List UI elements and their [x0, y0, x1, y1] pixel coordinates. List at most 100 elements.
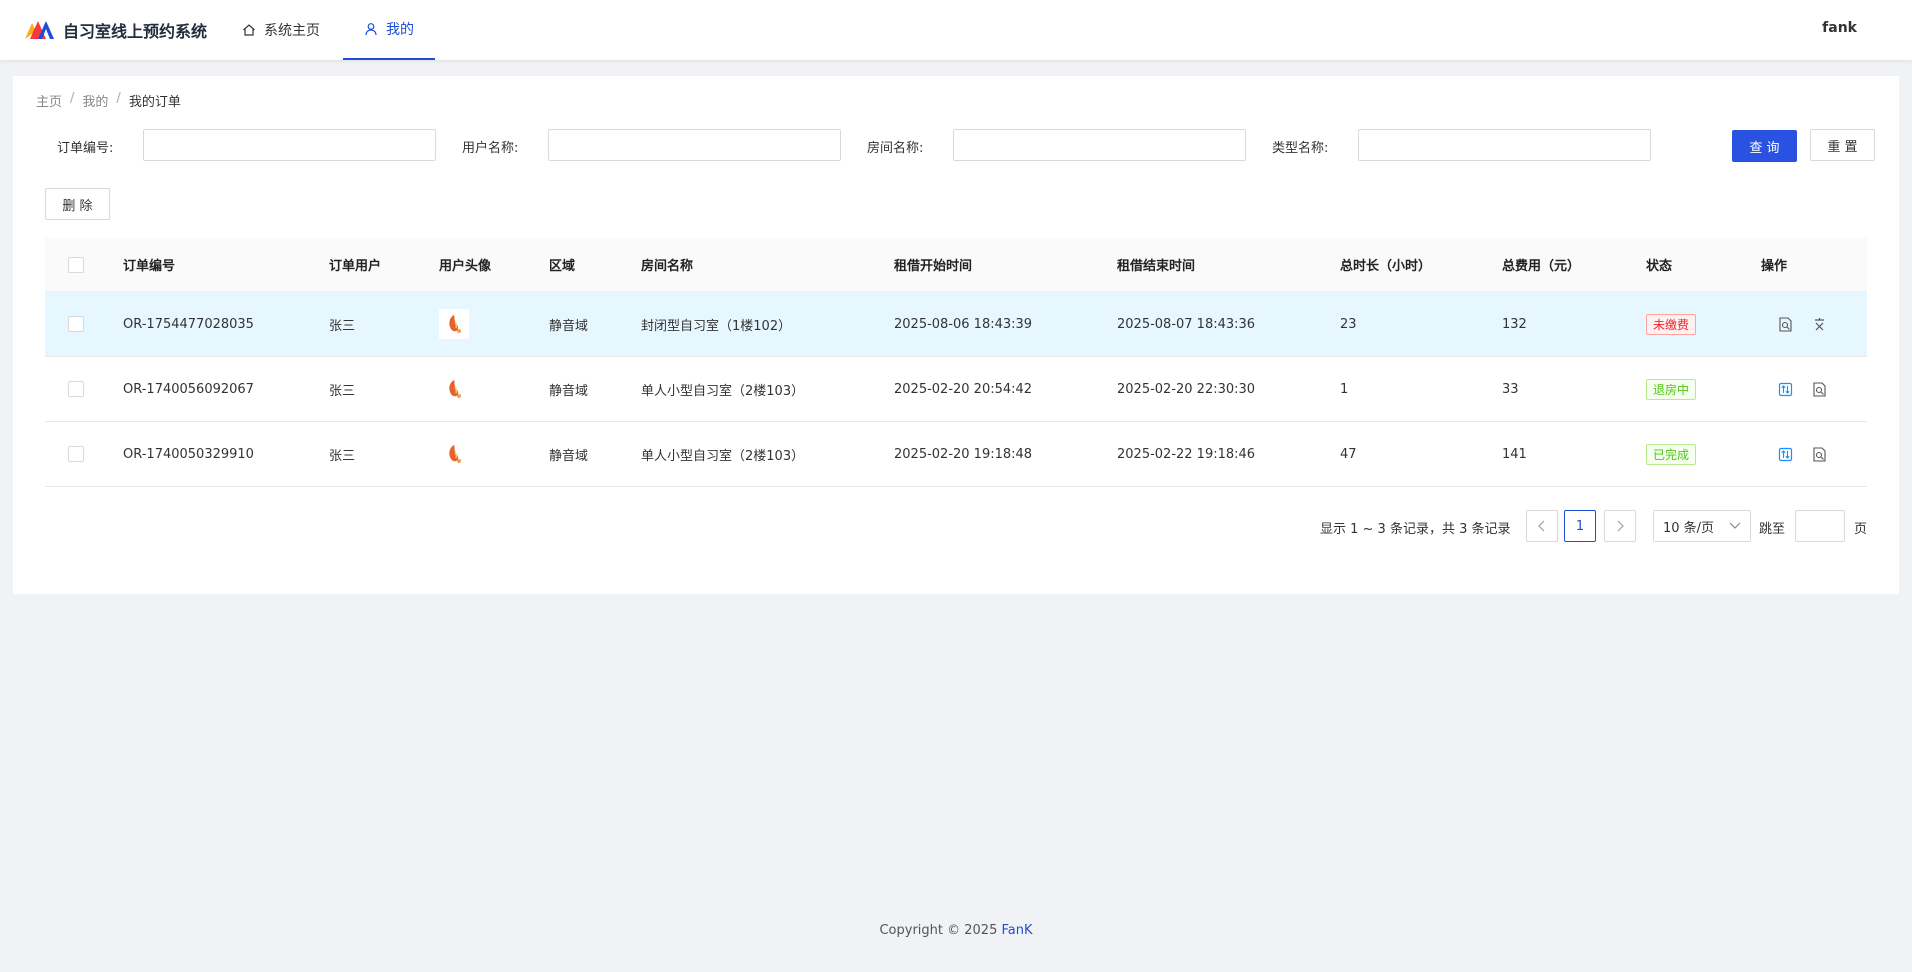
breadcrumb-home[interactable]: 主页 [36, 91, 62, 110]
start-time-cell: 2025-02-20 20:54:42 [894, 381, 1033, 397]
header-area: 区域 [549, 259, 576, 274]
cost-cell: 132 [1502, 316, 1527, 332]
end-time-cell: 2025-02-22 19:18:46 [1117, 446, 1256, 462]
order-no-cell: OR-1740056092067 [123, 381, 254, 397]
end-time-cell: 2025-08-07 18:43:36 [1117, 316, 1256, 332]
home-icon [243, 24, 255, 36]
app-logo-icon [25, 21, 54, 39]
detail-icon[interactable] [1811, 446, 1827, 462]
table-row[interactable]: OR-1754477028035 张三 静音域 封闭型自习室（1楼102） 20… [45, 292, 1867, 357]
nav-mine-label: 我的 [386, 22, 414, 38]
order-no-cell: OR-1740050329910 [123, 446, 254, 462]
row-checkbox[interactable] [68, 446, 84, 462]
breadcrumb-current: 我的订单 [128, 95, 181, 110]
page-suffix-label: 页 [1854, 522, 1868, 537]
nav-home-label: 系统主页 [264, 23, 320, 39]
checkout-icon[interactable] [1777, 381, 1793, 397]
cost-cell: 33 [1502, 381, 1519, 397]
type-name-input[interactable] [1358, 129, 1651, 161]
breadcrumb-separator: / [116, 91, 121, 106]
duration-cell: 23 [1340, 316, 1357, 332]
breadcrumb-mine[interactable]: 我的 [82, 91, 108, 110]
nav-home[interactable]: 系统主页 [242, 0, 320, 60]
user-name-label: 用户名称: [462, 141, 519, 156]
page-number-button[interactable]: 1 [1564, 510, 1596, 542]
avatar-image-icon [449, 380, 461, 398]
avatar-image-icon [449, 315, 461, 333]
chevron-left-icon [1538, 520, 1545, 532]
room-name-input[interactable] [953, 129, 1246, 161]
start-time-cell: 2025-08-06 18:43:39 [894, 316, 1033, 332]
header-avatar: 用户头像 [439, 259, 492, 274]
table-header: 订单编号 订单用户 用户头像 区域 房间名称 租借开始时间 租借结束时间 总时长… [45, 238, 1867, 292]
pagination-summary: 显示 1 ~ 3 条记录，共 3 条记录 [1320, 522, 1511, 537]
status-badge: 未缴费 [1646, 313, 1697, 335]
duration-cell: 1 [1340, 381, 1349, 397]
room-name-label: 房间名称: [867, 141, 924, 156]
avatar-image-icon [449, 445, 461, 463]
type-name-label: 类型名称: [1272, 141, 1329, 156]
user-cell: 张三 [329, 318, 356, 334]
avatar[interactable] [439, 309, 469, 339]
top-navbar: 自习室线上预约系统 系统主页 我的 fank [0, 0, 1912, 60]
select-all-checkbox[interactable] [68, 256, 84, 273]
order-no-label: 订单编号: [57, 141, 114, 156]
cost-cell: 141 [1502, 446, 1527, 462]
chevron-down-icon [1729, 522, 1741, 529]
copyright-text: Copyright © 2025 [879, 923, 1002, 938]
order-no-cell: OR-1754477028035 [123, 316, 254, 332]
jump-page-input[interactable] [1795, 510, 1845, 542]
status-badge: 退房中 [1646, 378, 1697, 400]
chevron-right-icon [1617, 520, 1624, 532]
status-badge: 已完成 [1646, 443, 1697, 465]
delete-button[interactable]: 删 除 [45, 188, 110, 220]
page-size-value: 10 条/页 [1663, 520, 1715, 536]
pay-icon[interactable] [1811, 316, 1827, 332]
area-cell: 静音域 [549, 383, 589, 399]
row-checkbox[interactable] [68, 316, 84, 332]
room-cell: 封闭型自习室（1楼102） [641, 318, 792, 334]
user-name-input[interactable] [548, 129, 841, 161]
breadcrumb: 主页 / 我的 / 我的订单 [36, 91, 181, 110]
row-checkbox[interactable] [68, 381, 84, 397]
table-row[interactable]: OR-1740050329910 张三 静音域 单人小型自习室（2楼103） 2… [45, 422, 1867, 487]
user-cell: 张三 [329, 448, 356, 464]
header-end-time: 租借结束时间 [1117, 259, 1196, 274]
detail-icon[interactable] [1777, 316, 1793, 332]
order-no-input[interactable] [143, 129, 436, 161]
end-time-cell: 2025-02-20 22:30:30 [1117, 381, 1256, 397]
orders-panel: 主页 / 我的 / 我的订单 订单编号: 用户名称: 房间名称: 类型名称: 查… [13, 76, 1899, 594]
avatar[interactable] [439, 374, 469, 404]
header-cost: 总费用（元） [1502, 259, 1581, 274]
reset-button[interactable]: 重 置 [1810, 129, 1875, 161]
header-duration: 总时长（小时） [1340, 259, 1432, 274]
footer: Copyright © 2025 FanK [0, 923, 1912, 938]
start-time-cell: 2025-02-20 19:18:48 [894, 446, 1033, 462]
avatar[interactable] [439, 439, 469, 469]
next-page-button[interactable] [1604, 510, 1636, 542]
footer-brand-link[interactable]: FanK [1002, 923, 1033, 938]
query-button[interactable]: 查 询 [1732, 130, 1797, 162]
duration-cell: 47 [1340, 446, 1357, 462]
room-cell: 单人小型自习室（2楼103） [641, 448, 805, 464]
table-row[interactable]: OR-1740056092067 张三 静音域 单人小型自习室（2楼103） 2… [45, 357, 1867, 422]
detail-icon[interactable] [1811, 381, 1827, 397]
current-user[interactable]: fank [1822, 20, 1857, 36]
header-order-no: 订单编号 [123, 259, 176, 274]
header-room: 房间名称 [641, 259, 694, 274]
area-cell: 静音域 [549, 318, 589, 334]
header-user: 订单用户 [329, 259, 382, 274]
checkout-icon[interactable] [1777, 446, 1793, 462]
header-start-time: 租借开始时间 [894, 259, 973, 274]
user-icon [365, 23, 377, 36]
user-cell: 张三 [329, 383, 356, 399]
nav-mine[interactable]: 我的 [343, 0, 435, 60]
prev-page-button[interactable] [1526, 510, 1558, 542]
jump-label: 跳至 [1759, 522, 1786, 537]
app-title: 自习室线上预约系统 [63, 22, 208, 41]
area-cell: 静音域 [549, 448, 589, 464]
page-size-select[interactable]: 10 条/页 [1653, 510, 1751, 542]
orders-table: 订单编号 订单用户 用户头像 区域 房间名称 租借开始时间 租借结束时间 总时长… [45, 238, 1867, 487]
room-cell: 单人小型自习室（2楼103） [641, 383, 805, 399]
breadcrumb-separator: / [70, 91, 75, 106]
